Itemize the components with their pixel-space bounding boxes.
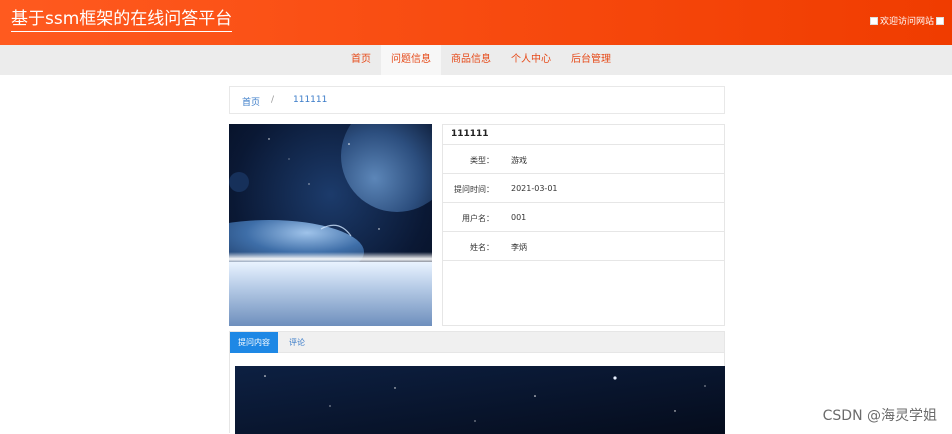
nav-item-home[interactable]: 首页 <box>341 45 381 75</box>
nav-item-profile[interactable]: 个人中心 <box>501 45 561 75</box>
detail-label: 提问时间： <box>454 185 494 194</box>
tab-bar: 提问内容 评论 <box>230 332 724 353</box>
content-tabs: 提问内容 评论 <box>229 331 725 434</box>
welcome-text: 欢迎访问网站 <box>879 17 934 27</box>
question-image <box>229 124 432 326</box>
detail-label: 用户名： <box>462 214 494 223</box>
space-planet-image <box>229 124 432 326</box>
square-icon <box>936 16 944 25</box>
square-icon <box>869 16 878 25</box>
detail-value: 2021-03-01 <box>511 184 558 193</box>
breadcrumb-current[interactable]: 111111 <box>293 95 327 105</box>
welcome-area: 欢迎访问网站 <box>868 14 946 27</box>
nav-item-questions[interactable]: 问题信息 <box>381 45 441 75</box>
breadcrumb-home[interactable]: 首页 <box>242 95 260 108</box>
detail-value: 李炳 <box>511 243 527 252</box>
tab-question-content[interactable]: 提问内容 <box>230 332 278 353</box>
detail-label: 类型： <box>470 156 494 165</box>
main-nav: 首页 问题信息 商品信息 个人中心 后台管理 <box>0 45 952 75</box>
question-content-image <box>235 366 725 434</box>
top-header: 基于ssm框架的在线问答平台 欢迎访问网站 <box>0 0 952 45</box>
detail-row-name: 姓名： 李炳 <box>443 232 724 261</box>
nav-item-products[interactable]: 商品信息 <box>441 45 501 75</box>
watermark: CSDN @海灵学姐 <box>822 408 937 424</box>
breadcrumb-separator: / <box>271 95 275 105</box>
nav-item-admin[interactable]: 后台管理 <box>561 45 621 75</box>
question-detail-panel: 111111 类型： 游戏 提问时间： 2021-03-01 用户名： 001 … <box>442 124 725 326</box>
detail-row-username: 用户名： 001 <box>443 203 724 232</box>
breadcrumb: 首页 / 111111 <box>229 86 725 114</box>
starfield-image <box>235 366 725 434</box>
detail-value: 游戏 <box>511 156 527 165</box>
detail-row-type: 类型： 游戏 <box>443 145 724 174</box>
detail-value: 001 <box>511 213 527 222</box>
question-title: 111111 <box>443 125 724 145</box>
detail-label: 姓名： <box>470 243 494 252</box>
site-title[interactable]: 基于ssm框架的在线问答平台 <box>11 9 233 32</box>
tab-comments[interactable]: 评论 <box>278 332 316 353</box>
detail-row-time: 提问时间： 2021-03-01 <box>443 174 724 203</box>
